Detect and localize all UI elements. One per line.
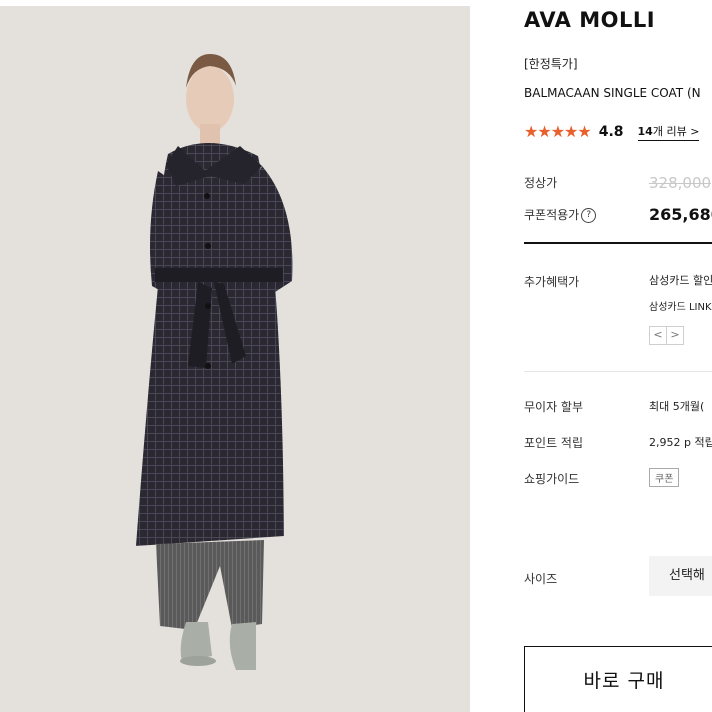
promo-tag: [한정특가] xyxy=(524,57,578,71)
coupon-price: 265,680 xyxy=(649,205,712,224)
model-coat-illustration xyxy=(136,54,293,670)
star-icon: ★ xyxy=(524,122,539,141)
benefit-pager: < > xyxy=(649,326,684,345)
installment-label: 무이자 할부 xyxy=(524,400,584,414)
divider xyxy=(524,371,712,372)
brand-name[interactable]: AVA MOLLI xyxy=(524,8,655,32)
review-count: 14 xyxy=(637,125,653,138)
star-icon: ★ xyxy=(537,122,552,141)
installment-value: 최대 5개월( xyxy=(649,400,705,413)
size-label: 사이즈 xyxy=(524,572,558,586)
chevron-right-icon: > xyxy=(690,125,700,138)
product-image[interactable] xyxy=(0,6,470,712)
rating-row: ★ ★ ★ ★ ★ 4.8 14개 리뷰 > xyxy=(524,122,700,142)
star-icon: ★ xyxy=(564,122,579,141)
rating-value: 4.8 xyxy=(598,124,624,140)
coupon-price-label-text: 쿠폰적용가 xyxy=(524,208,580,222)
points-label: 포인트 적립 xyxy=(524,436,584,450)
star-icon: ★ xyxy=(577,122,592,141)
benefit-line-2: 삼성카드 LINK xyxy=(649,302,712,313)
regular-price-label: 정상가 xyxy=(524,176,558,190)
chevron-right-icon[interactable]: > xyxy=(667,326,684,345)
size-select[interactable]: 선택해 xyxy=(649,556,712,596)
regular-price: 328,000 xyxy=(649,174,712,192)
star-icon: ★ xyxy=(550,122,566,141)
divider xyxy=(524,242,712,244)
rating-stars: ★ ★ ★ ★ ★ xyxy=(524,122,592,141)
points-value: 2,952 p 적립 xyxy=(649,436,712,449)
chevron-left-icon[interactable]: < xyxy=(649,326,667,345)
benefit-line-1: 삼성카드 할인 xyxy=(649,274,712,287)
shopping-guide-label: 쇼핑가이드 xyxy=(524,472,580,486)
buy-now-button[interactable]: 바로 구매 xyxy=(524,646,712,712)
review-link[interactable]: 14개 리뷰 > xyxy=(637,123,700,141)
coupon-tag[interactable]: 쿠폰 xyxy=(649,468,680,487)
review-suffix: 개 리뷰 xyxy=(652,125,687,138)
product-name: BALMACAAN SINGLE COAT (N xyxy=(524,86,701,100)
coupon-price-label: 쿠폰적용가? xyxy=(524,206,597,223)
product-info-panel: AVA MOLLI [한정특가] BALMACAAN SINGLE COAT (… xyxy=(524,0,712,712)
benefits-label: 추가혜택가 xyxy=(524,275,580,289)
help-circle-icon[interactable]: ? xyxy=(581,208,597,223)
